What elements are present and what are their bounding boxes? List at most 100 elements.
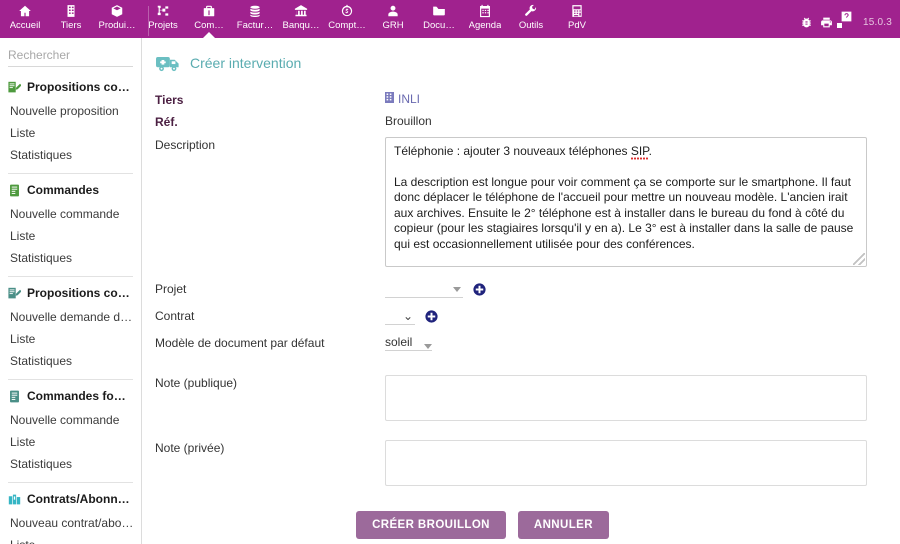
sidebar-group-header[interactable]: Commandes bbox=[0, 174, 141, 203]
sidebar-link[interactable]: Nouvelle demande de prix bbox=[0, 306, 141, 328]
sidebar-link[interactable]: Statistiques bbox=[0, 350, 141, 372]
description-textarea[interactable]: Téléphonie : ajouter 3 nouveaux téléphon… bbox=[385, 137, 867, 267]
sidebar-group-header[interactable]: Propositions comme… bbox=[0, 71, 141, 100]
cancel-button[interactable]: ANNULER bbox=[517, 511, 609, 539]
add-contrat-button[interactable] bbox=[425, 310, 438, 323]
sidebar-link[interactable]: Liste bbox=[0, 225, 141, 247]
top-menu-item-banqu[interactable]: Banqu… bbox=[278, 0, 324, 38]
top-menu-item-accueil[interactable]: Accueil bbox=[2, 0, 48, 38]
top-menu-item-tiers[interactable]: Tiers bbox=[48, 0, 94, 38]
label-note-privee: Note (privée) bbox=[155, 441, 225, 455]
ambulance-icon bbox=[155, 52, 181, 74]
help-icon[interactable] bbox=[836, 10, 853, 35]
field-row-tiers: Tiers INLI bbox=[155, 90, 900, 112]
top-tools: 15.0.3 bbox=[800, 10, 892, 35]
top-menu-label: Projets bbox=[148, 20, 178, 31]
chevron-down-icon: ⌄ bbox=[402, 309, 413, 323]
sidebar-group-header[interactable]: Propositions comme… bbox=[0, 277, 141, 306]
description-paragraph: La description est longue pour voir comm… bbox=[394, 174, 854, 251]
sidebar-link[interactable]: Liste bbox=[0, 122, 141, 144]
sidebar-link[interactable]: Nouvelle proposition bbox=[0, 100, 141, 122]
page-header: Créer intervention bbox=[143, 38, 900, 84]
top-menu-label: Compt… bbox=[328, 20, 366, 31]
accounting-icon bbox=[340, 3, 354, 18]
sidebar-link[interactable]: Statistiques bbox=[0, 453, 141, 475]
projet-select[interactable] bbox=[385, 281, 463, 298]
top-menu-item-docu[interactable]: Docu… bbox=[416, 0, 462, 38]
top-menu-label: Docu… bbox=[423, 20, 455, 31]
value-contrat: ⌄ bbox=[385, 306, 900, 325]
app-version: 15.0.3 bbox=[862, 17, 892, 28]
top-menu-label: Accueil bbox=[9, 20, 41, 31]
top-menu-item-outils[interactable]: Outils bbox=[508, 0, 554, 38]
label-note-publique: Note (publique) bbox=[155, 376, 238, 390]
value-note-publique bbox=[385, 373, 900, 424]
modele-select[interactable]: soleil bbox=[385, 335, 433, 351]
top-menu-item-produi[interactable]: Produi… bbox=[94, 0, 140, 38]
sidebar-group-title: Propositions comme… bbox=[27, 286, 131, 300]
print-icon[interactable] bbox=[820, 16, 833, 29]
value-projet bbox=[385, 279, 900, 298]
modele-select-value: soleil bbox=[385, 335, 413, 349]
sidebar-link[interactable]: Liste bbox=[0, 534, 141, 544]
bug-icon[interactable] bbox=[800, 16, 813, 29]
label-ref: Réf. bbox=[155, 115, 178, 129]
order-icon bbox=[6, 390, 22, 403]
sidebar-group: Commandes fournis… Nouvelle commandeListe… bbox=[0, 380, 141, 475]
label-tiers: Tiers bbox=[155, 93, 184, 107]
resize-handle[interactable] bbox=[853, 253, 865, 265]
top-menu-item-pdv[interactable]: PdV bbox=[554, 0, 600, 38]
top-menu-item-agenda[interactable]: Agenda bbox=[462, 0, 508, 38]
sidebar-group: Commandes Nouvelle commande Liste Statistiq… bbox=[0, 174, 141, 269]
label-modele: Modèle de document par défaut bbox=[155, 336, 325, 350]
intervention-form: Tiers INLI Réf. Brouillon Description Té… bbox=[143, 84, 900, 539]
field-row-note-privee: Note (privée) bbox=[155, 438, 900, 489]
sidebar: Propositions comme…Nouvelle propositionL… bbox=[0, 38, 142, 544]
sidebar-link[interactable]: Statistiques bbox=[0, 247, 141, 269]
top-menu-label: Factur… bbox=[236, 20, 274, 31]
sidebar-group-title: Propositions comme… bbox=[27, 80, 131, 94]
search-input[interactable] bbox=[8, 47, 141, 63]
top-menu-label: GRH bbox=[382, 20, 404, 31]
folder-icon bbox=[432, 3, 446, 18]
note-publique-textarea[interactable] bbox=[385, 375, 867, 421]
chevron-down-icon bbox=[453, 286, 461, 292]
top-menu-item-com[interactable]: Com… bbox=[186, 0, 232, 38]
contrat-select[interactable]: ⌄ bbox=[385, 308, 415, 325]
sidebar-link[interactable]: Nouvelle commande bbox=[0, 409, 141, 431]
sidebar-link[interactable]: Liste bbox=[0, 328, 141, 350]
top-menu-item-projets[interactable]: Projets bbox=[140, 0, 186, 38]
top-menu-item-factur[interactable]: Factur… bbox=[232, 0, 278, 38]
sidebar-group-header[interactable]: Commandes fournis… bbox=[0, 380, 141, 409]
quote-icon bbox=[6, 81, 22, 94]
value-description: Téléphonie : ajouter 3 nouveaux téléphon… bbox=[385, 135, 900, 267]
value-note-privee bbox=[385, 438, 900, 489]
bank-icon bbox=[294, 3, 308, 18]
sidebar-search bbox=[0, 38, 141, 71]
briefcase-icon bbox=[202, 3, 216, 18]
description-line1-before: Téléphonie : ajouter 3 nouveaux téléphon… bbox=[394, 144, 631, 158]
top-menu-item-compt[interactable]: Compt… bbox=[324, 0, 370, 38]
sidebar-link[interactable]: Nouveau contrat/abonn. bbox=[0, 512, 141, 534]
sidebar-link[interactable]: Nouvelle commande bbox=[0, 203, 141, 225]
create-draft-button[interactable]: CRÉER BROUILLON bbox=[356, 511, 506, 539]
note-privee-textarea[interactable] bbox=[385, 440, 867, 486]
calendar-icon bbox=[478, 3, 492, 18]
sidebar-link[interactable]: Statistiques bbox=[0, 144, 141, 166]
invoice-icon bbox=[248, 3, 262, 18]
label-projet: Projet bbox=[155, 282, 187, 296]
top-menu-label: Tiers bbox=[60, 20, 82, 31]
top-menu-label: Agenda bbox=[468, 20, 502, 31]
description-line-1: Téléphonie : ajouter 3 nouveaux téléphon… bbox=[394, 144, 858, 160]
tiers-link[interactable]: INLI bbox=[385, 92, 420, 106]
add-projet-button[interactable] bbox=[473, 283, 486, 296]
top-menu-item-grh[interactable]: GRH bbox=[370, 0, 416, 38]
sidebar-group-title: Contrats/Abonneme… bbox=[27, 492, 131, 506]
sidebar-link[interactable]: Liste bbox=[0, 431, 141, 453]
main-content: Créer intervention Tiers INLI Réf. Broui… bbox=[143, 38, 900, 544]
building-icon bbox=[64, 3, 78, 18]
sidebar-group-header[interactable]: Contrats/Abonneme… bbox=[0, 483, 141, 512]
label-description: Description bbox=[155, 138, 216, 152]
tiers-link-label: INLI bbox=[398, 92, 421, 106]
top-navigation-bar: Accueil Tiers Produi… Projets Com… Factur… Ban… bbox=[0, 0, 900, 38]
